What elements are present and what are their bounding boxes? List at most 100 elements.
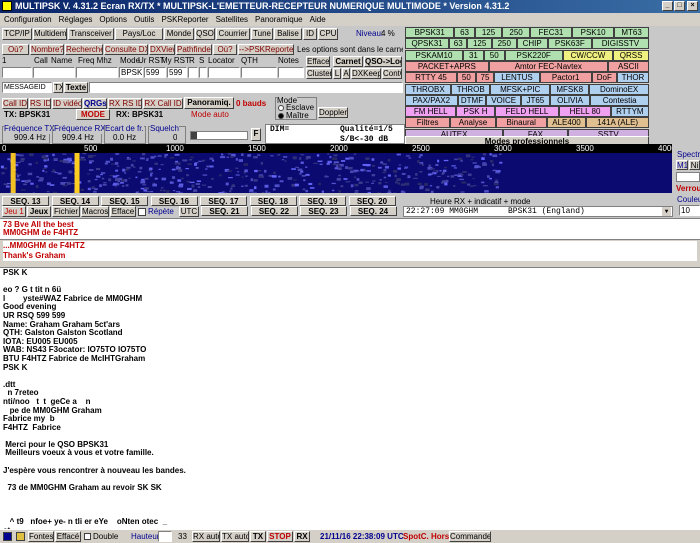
ur-rst-input[interactable]: 599 [144,67,166,78]
seq-button[interactable]: SEQ. 19 [299,196,346,206]
seq-button[interactable]: SEQ. 24 [349,206,397,216]
f-button[interactable]: F [251,128,261,141]
qth-input[interactable] [241,67,277,78]
seq-button[interactable]: SEQ. 21 [201,206,248,216]
mode-button-pactor1[interactable]: Pactor1 [539,72,592,84]
seq-button[interactable]: SEQ. 22 [250,206,298,216]
mode-button-thor[interactable]: THOR [617,72,649,84]
r-input[interactable] [188,67,198,78]
mode-button-ascii[interactable]: ASCII [607,60,649,72]
mode-button-125[interactable]: 125 [474,27,503,38]
pathfinder-button[interactable]: Pathfinder [176,44,212,55]
mode-button-packet-aprs[interactable]: PACKET+APRS [405,60,489,72]
mode-button-olivia[interactable]: OLIVIA [549,94,591,106]
menu-aide[interactable]: Aide [310,15,326,24]
macros-button[interactable]: Macros [81,206,109,217]
waterfall[interactable] [0,153,672,193]
mode-button-analyse[interactable]: Analyse [450,117,496,129]
dxview-button[interactable]: DXView [149,44,175,55]
tcpip-button[interactable]: TCP/IP [2,28,32,40]
recherche-button[interactable]: Recherche [65,44,103,55]
mode-button-dominoex[interactable]: DominoEX [589,83,649,95]
mode-button-mfsk8[interactable]: MFSK8 [550,83,590,95]
contc-button[interactable]: ContC [382,68,402,79]
pskreporter-button[interactable]: -->PSKReporter [238,44,294,55]
transceiver-button[interactable]: Transceiver [68,28,114,40]
jeux-button[interactable]: Jeux [27,206,51,217]
rs-id-button[interactable]: RS ID [29,98,51,109]
mode-input[interactable]: BPSK [119,67,143,78]
mode-button-75[interactable]: 75 [475,72,495,84]
nombre-button[interactable]: Nombre? [30,44,64,55]
fichier-button[interactable]: Fichier [52,206,80,217]
mode-button-ale400[interactable]: ALE400 [546,117,587,129]
repete-checkbox[interactable] [138,208,146,216]
mode-button-hell-80[interactable]: HELL 80 [559,106,611,118]
rx-rs-id-button[interactable]: RX RS ID [108,98,142,109]
cluster-button[interactable]: Cluster [306,68,332,79]
rx-text-panel[interactable]: PSK K eo ? G t tit n 6ü l yste#WAZ Fabric… [0,267,700,529]
menu-configuration[interactable]: Configuration [4,15,52,24]
rx-button[interactable]: RX [294,531,310,542]
minimize-button[interactable]: _ [662,1,673,11]
freq-input[interactable] [76,67,118,78]
mode-button-rttym[interactable]: RTTYM [610,106,649,118]
efface-seq-button[interactable]: Efface [110,206,136,217]
mode-button-250[interactable]: 250 [491,38,517,50]
utc-button[interactable]: UTC [179,206,199,217]
s-input[interactable] [199,67,207,78]
mode-button-63[interactable]: 63 [454,27,475,38]
mode-button-mfsk-pic[interactable]: MFSK+PIC [490,83,551,95]
mode-button-digisstv[interactable]: DIGISSTV [591,38,649,50]
locator-input[interactable] [208,67,240,78]
mode-button-voice[interactable]: VOICE [486,94,521,106]
qso-log-button[interactable]: QSO->Log [364,56,402,67]
mode-button-qrss[interactable]: QRSS [613,49,649,61]
seq-button[interactable]: SEQ. 15 [101,196,148,206]
mode-button-amtor-fec-navtex[interactable]: Amtor FEC-Navtex [488,60,608,72]
seq-button[interactable]: SEQ. 17 [200,196,247,206]
my-rst-input[interactable]: 599 [167,67,187,78]
seq-button[interactable]: SEQ. 18 [249,196,297,206]
mode-button-bpsk31[interactable]: BPSK31 [405,27,455,38]
tx-auto-button[interactable]: TX auto [221,531,249,542]
mode-button-filtres[interactable]: Filtres [405,117,451,129]
rx-auto-button[interactable]: RX auto [192,531,220,542]
ou-button-2[interactable]: Où? [213,44,237,55]
menu-reglages[interactable]: Réglages [59,15,93,24]
mode-button-50[interactable]: 50 [483,49,505,61]
doppler-button[interactable]: Doppler [318,107,348,118]
chevron-down-icon[interactable]: ▼ [662,207,671,216]
qso-button[interactable]: QSO [195,28,215,40]
mode-button-throbx[interactable]: THROBX [405,83,452,95]
seq-button[interactable]: SEQ. 20 [348,196,396,206]
mode-button-cw-ccw[interactable]: CW/CCW [562,49,614,61]
qrgs-button[interactable]: QRGs [83,98,107,109]
mode-button-binaural[interactable]: Binaural [495,117,547,129]
efface-log-button[interactable]: Efface [306,56,330,67]
mode-button-throb[interactable]: THROB [451,83,491,95]
rx-call-id-button[interactable]: RX Call ID [143,98,183,109]
id-video-button[interactable]: ID vidéo [52,98,82,109]
cpu-button[interactable]: CPU [318,28,338,40]
couleur-input[interactable]: 10 [679,205,700,216]
mode-button[interactable]: MODE [76,109,110,120]
mode-button-pax-pax2[interactable]: PAX/PAX2 [405,94,458,106]
dxkeeper-button[interactable]: DXKeeper [351,68,381,79]
menu-outils[interactable]: Outils [134,15,154,24]
mode-button-chip[interactable]: CHIP [516,38,548,50]
name-input[interactable] [33,67,75,78]
messageid-field[interactable]: MESSAGEID [2,82,52,93]
heard-select[interactable]: 22:27:09 MM0GHM BPSK31 (England) ▼ [403,206,673,217]
message-input[interactable] [89,82,403,93]
l-button[interactable]: L [333,68,341,79]
mode-button-contestia[interactable]: Contestia [590,94,649,106]
texte-button[interactable]: Texte [64,82,88,93]
seq-button[interactable]: SEQ. 16 [150,196,198,206]
pays-loc-button[interactable]: Pays/Loc [115,28,163,40]
seq-button[interactable]: SEQ. 13 [2,196,49,206]
mode-button-mt63[interactable]: MT63 [614,27,649,38]
mode-button-jt65[interactable]: JT65 [521,94,550,106]
tune-button[interactable]: Tune [251,28,273,40]
menu-options[interactable]: Options [99,15,127,24]
